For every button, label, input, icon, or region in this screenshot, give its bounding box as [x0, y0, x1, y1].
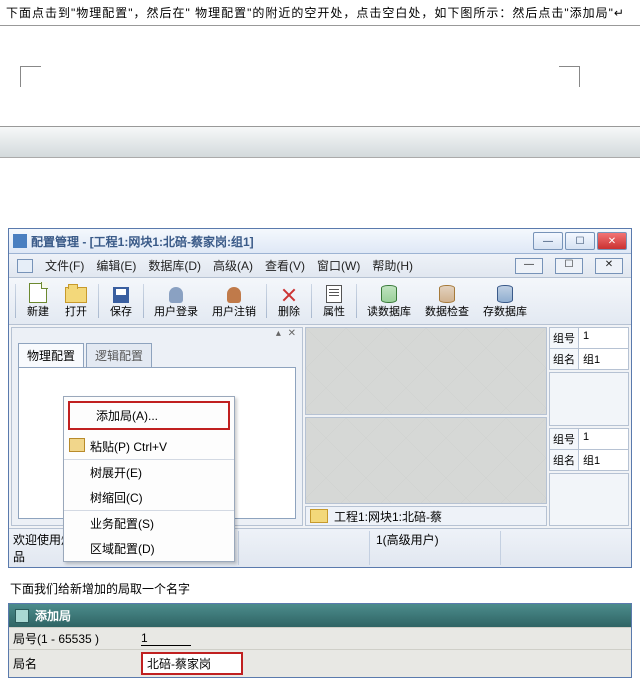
prop-label-group-name-2: 组名: [550, 450, 579, 470]
window-titlebar: 配置管理 - [工程1:网块1:北碚-蔡家岗:组1] — ☐ ✕: [9, 229, 631, 254]
paste-icon: [69, 438, 85, 452]
topology-canvas-upper[interactable]: [305, 327, 547, 415]
toolbar-check-db[interactable]: 数据检查: [419, 281, 475, 321]
menu-window[interactable]: 窗口(W): [317, 257, 360, 274]
menu-item-region-config[interactable]: 区域配置(D): [64, 536, 234, 561]
menu-advanced[interactable]: 高级(A): [213, 257, 253, 274]
field-value-bureau-name[interactable]: 北碚-蔡家岗: [141, 652, 243, 675]
folder-icon: [310, 509, 328, 523]
instruction-text-2: 下面我们给新增加的局取一个名字: [0, 574, 640, 603]
canvas-status-bar: 工程1:网块1:北碚-蔡: [305, 506, 547, 526]
toolbar-login[interactable]: 用户登录: [148, 281, 204, 321]
maximize-button[interactable]: ☐: [565, 232, 595, 250]
right-properties-panel: 组号 1 组名 组1 组号 1 组名 组1: [549, 327, 629, 526]
mdi-min-button[interactable]: —: [515, 258, 543, 274]
toolbar-delete[interactable]: 删除: [271, 281, 307, 321]
tab-physical-config[interactable]: 物理配置: [18, 343, 84, 367]
mdi-max-button[interactable]: ☐: [555, 258, 583, 274]
prop-label-group-name: 组名: [550, 349, 579, 369]
minimize-button[interactable]: —: [533, 232, 563, 250]
field-label-bureau-name: 局名: [13, 655, 133, 672]
menu-database[interactable]: 数据库(D): [148, 257, 201, 274]
toolbar-save[interactable]: 保存: [103, 281, 139, 321]
menu-item-paste[interactable]: 粘贴(P) Ctrl+V: [64, 434, 234, 459]
menu-edit[interactable]: 编辑(E): [96, 257, 136, 274]
menu-item-add-bureau[interactable]: 添加局(A)...: [68, 401, 230, 430]
prop-label-group-no-2: 组号: [550, 429, 579, 449]
page-corner-right: [559, 66, 580, 87]
menu-file[interactable]: 文件(F): [45, 257, 84, 274]
toolbar-new[interactable]: 新建: [20, 281, 56, 321]
context-menu: 添加局(A)... 粘贴(P) Ctrl+V 树展开(E) 树缩回(C) 业务配…: [63, 396, 235, 562]
toolbar-properties[interactable]: 属性: [316, 281, 352, 321]
menu-help[interactable]: 帮助(H): [372, 257, 413, 274]
menu-view[interactable]: 查看(V): [265, 257, 305, 274]
document-blank-space: [0, 26, 640, 127]
add-bureau-dialog: 添加局 局号(1 - 65535 ) 1 局名 北碚-蔡家岗: [8, 603, 632, 678]
prop-value-group-name: 组1: [579, 349, 628, 369]
toolbar-save-db[interactable]: 存数据库: [477, 281, 533, 321]
toolbar: 新建 打开 保存 用户登录 用户注销 删除 属性 读数据库 数据检查 存数据库: [9, 278, 631, 325]
tab-logical-config[interactable]: 逻辑配置: [86, 343, 152, 367]
menu-bar: 文件(F) 编辑(E) 数据库(D) 高级(A) 查看(V) 窗口(W) 帮助(…: [9, 254, 631, 278]
dialog-icon: [15, 609, 29, 623]
page-corner-left: [20, 66, 41, 87]
menu-item-service-config[interactable]: 业务配置(S): [64, 510, 234, 536]
config-tree-area[interactable]: 添加局(A)... 粘贴(P) Ctrl+V 树展开(E) 树缩回(C) 业务配…: [18, 367, 296, 519]
menu-item-collapse-tree[interactable]: 树缩回(C): [64, 485, 234, 510]
instruction-text-top: 下面点击到"物理配置"，然后在" 物理配置"的附近的空开处，点击空白处，如下图所…: [0, 0, 640, 26]
canvas-path-text: 工程1:网块1:北碚-蔡: [334, 508, 442, 525]
left-tree-panel: ▴ ✕ 物理配置 逻辑配置 添加局(A)... 粘贴(P) Ctrl+V 树展开…: [11, 327, 303, 526]
toolbar-logout[interactable]: 用户注销: [206, 281, 262, 321]
center-panel: 工程1:网块1:北碚-蔡: [305, 327, 547, 526]
window-title: 配置管理 - [工程1:网块1:北碚-蔡家岗:组1]: [31, 233, 529, 250]
prop-value-group-no: 1: [579, 328, 628, 348]
app-icon: [13, 234, 27, 248]
toolbar-read-db[interactable]: 读数据库: [361, 281, 417, 321]
prop-value-group-no-2: 1: [579, 429, 628, 449]
close-button[interactable]: ✕: [597, 232, 627, 250]
dialog-title: 添加局: [35, 607, 71, 624]
config-manager-window: 配置管理 - [工程1:网块1:北碚-蔡家岗:组1] — ☐ ✕ 文件(F) 编…: [8, 228, 632, 568]
prop-label-group-no: 组号: [550, 328, 579, 348]
field-value-bureau-no[interactable]: 1: [141, 631, 191, 646]
document-divider-band: [0, 127, 640, 158]
panel-dock-handle[interactable]: ▴ ✕: [12, 328, 302, 339]
dialog-titlebar: 添加局: [9, 604, 631, 627]
topology-canvas-lower[interactable]: [305, 417, 547, 505]
field-label-bureau-no: 局号(1 - 65535 ): [13, 630, 133, 647]
toolbar-open[interactable]: 打开: [58, 281, 94, 321]
status-user-text: 1(高级用户): [369, 531, 496, 565]
menu-item-expand-tree[interactable]: 树展开(E): [64, 459, 234, 485]
prop-value-group-name-2: 组1: [579, 450, 628, 470]
system-menu-icon[interactable]: [17, 259, 33, 273]
mdi-close-button[interactable]: ✕: [595, 258, 623, 274]
